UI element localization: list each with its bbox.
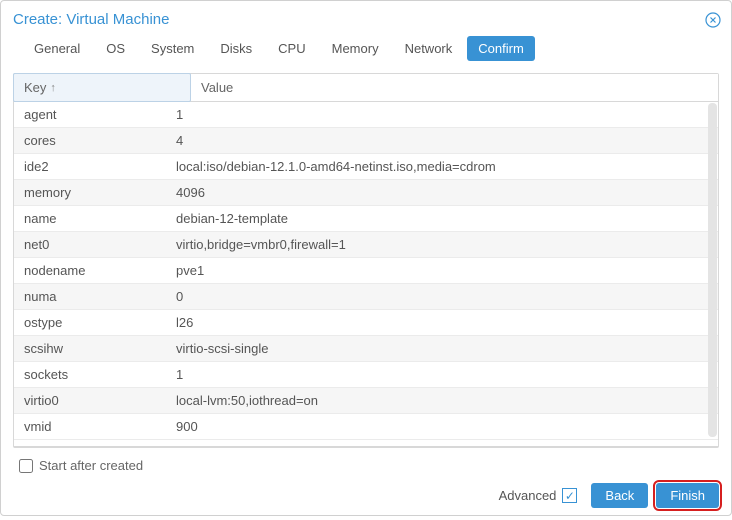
cell-key: vmid [14, 414, 166, 439]
tabbar: General OS System Disks CPU Memory Netwo… [1, 36, 731, 73]
back-button[interactable]: Back [591, 483, 648, 508]
tab-network[interactable]: Network [394, 36, 464, 61]
table-row[interactable]: virtio0local-lvm:50,iothread=on [14, 388, 718, 414]
cell-value: pve1 [166, 258, 718, 283]
cell-key: agent [14, 102, 166, 127]
tab-disks[interactable]: Disks [209, 36, 263, 61]
checkbox-checked-icon: ✓ [562, 488, 577, 503]
table-row[interactable]: sockets1 [14, 362, 718, 388]
create-vm-dialog: Create: Virtual Machine General OS Syste… [0, 0, 732, 516]
tab-cpu[interactable]: CPU [267, 36, 316, 61]
start-after-created-input[interactable] [19, 459, 33, 473]
column-header-value-label: Value [201, 80, 233, 95]
table-header: Key ↑ Value [14, 74, 718, 102]
finish-button[interactable]: Finish [656, 483, 719, 508]
tab-confirm[interactable]: Confirm [467, 36, 535, 61]
cell-value: 4096 [166, 180, 718, 205]
table-row[interactable]: net0virtio,bridge=vmbr0,firewall=1 [14, 232, 718, 258]
column-header-key-label: Key [24, 80, 46, 95]
table-row[interactable]: cores4 [14, 128, 718, 154]
table-row[interactable]: memory4096 [14, 180, 718, 206]
start-after-created-checkbox[interactable]: Start after created [1, 448, 731, 473]
cell-value: 1 [166, 102, 718, 127]
table-row[interactable]: ide2local:iso/debian-12.1.0-amd64-netins… [14, 154, 718, 180]
column-header-value[interactable]: Value [191, 74, 718, 101]
cell-value: debian-12-template [166, 206, 718, 231]
cell-value: 0 [166, 284, 718, 309]
table-row[interactable]: nodenamepve1 [14, 258, 718, 284]
cell-key: net0 [14, 232, 166, 257]
advanced-toggle[interactable]: Advanced ✓ [499, 488, 578, 503]
tab-memory[interactable]: Memory [321, 36, 390, 61]
cell-key: virtio0 [14, 388, 166, 413]
table-row[interactable]: scsihwvirtio-scsi-single [14, 336, 718, 362]
scrollbar[interactable] [708, 103, 717, 437]
start-after-created-label: Start after created [39, 458, 143, 473]
dialog-title: Create: Virtual Machine [13, 11, 169, 28]
summary-table: Key ↑ Value agent1cores4ide2local:iso/de… [13, 73, 719, 448]
table-body: agent1cores4ide2local:iso/debian-12.1.0-… [14, 102, 718, 447]
cell-value: virtio,bridge=vmbr0,firewall=1 [166, 232, 718, 257]
close-icon[interactable] [705, 12, 721, 28]
cell-key: name [14, 206, 166, 231]
tab-general[interactable]: General [23, 36, 91, 61]
cell-key: nodename [14, 258, 166, 283]
cell-key: scsihw [14, 336, 166, 361]
cell-value: 4 [166, 128, 718, 153]
advanced-label: Advanced [499, 488, 557, 503]
cell-key: ostype [14, 310, 166, 335]
cell-value: local-lvm:50,iothread=on [166, 388, 718, 413]
cell-value: local:iso/debian-12.1.0-amd64-netinst.is… [166, 154, 718, 179]
cell-key: cores [14, 128, 166, 153]
cell-value: virtio-scsi-single [166, 336, 718, 361]
cell-key: sockets [14, 362, 166, 387]
cell-key: memory [14, 180, 166, 205]
table-row[interactable]: agent1 [14, 102, 718, 128]
column-header-key[interactable]: Key ↑ [13, 73, 191, 102]
titlebar: Create: Virtual Machine [1, 1, 731, 36]
cell-value: 1 [166, 362, 718, 387]
table-row[interactable]: namedebian-12-template [14, 206, 718, 232]
cell-key: numa [14, 284, 166, 309]
table-row[interactable]: ostypel26 [14, 310, 718, 336]
sort-ascending-icon: ↑ [50, 82, 56, 94]
table-row[interactable]: vmid900 [14, 414, 718, 440]
cell-value: l26 [166, 310, 718, 335]
table-row[interactable]: numa0 [14, 284, 718, 310]
tab-system[interactable]: System [140, 36, 205, 61]
tab-os[interactable]: OS [95, 36, 136, 61]
table-blank-row [14, 440, 718, 447]
footer: Advanced ✓ Back Finish [1, 473, 731, 520]
cell-key: ide2 [14, 154, 166, 179]
cell-value: 900 [166, 414, 718, 439]
